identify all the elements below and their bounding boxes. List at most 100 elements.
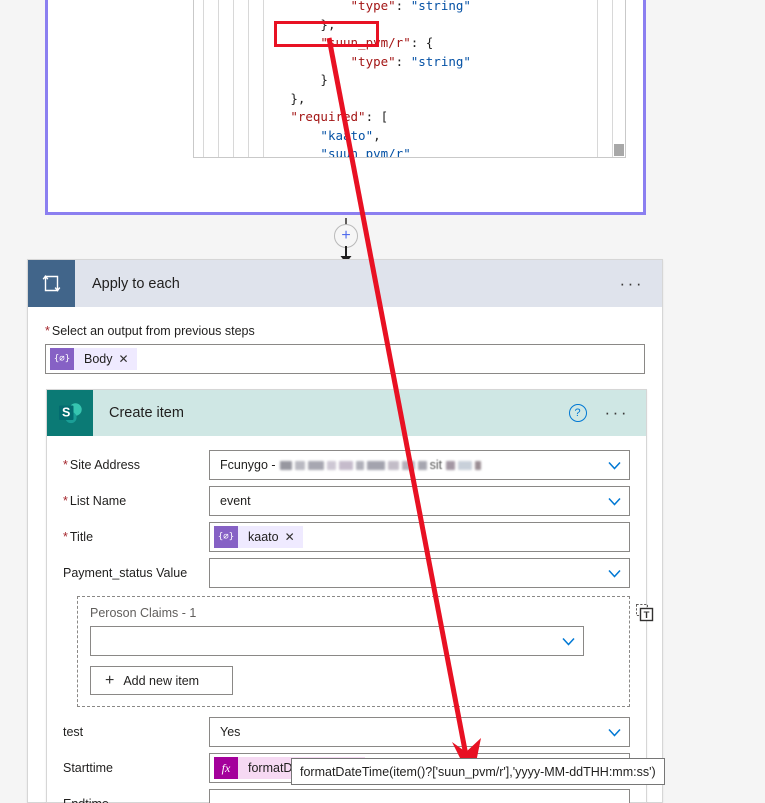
apply-to-each-more-button[interactable]: ··· [620, 274, 644, 294]
code-token-pun: : [395, 0, 411, 13]
expression-tooltip: formatDateTime(item()?['suun_pvm/r'],'yy… [291, 758, 665, 785]
code-token-pun: : [ [365, 109, 389, 124]
code-token-pun: } [320, 72, 328, 87]
starttime-label: Starttime [63, 761, 114, 775]
code-token-pun [200, 35, 320, 50]
payment-status-label: Payment_status Value [63, 566, 188, 580]
redacted-site-url: sit [279, 458, 485, 472]
code-token-pun [200, 109, 290, 124]
field-payment-status-value: Payment_status Value [63, 558, 630, 588]
code-line: "type": "string" [200, 0, 625, 16]
output-field-input[interactable]: {∅} Body ✕ [45, 344, 645, 374]
svg-text:T: T [644, 610, 650, 621]
kaato-token-label: kaato [248, 530, 279, 544]
list-name-input[interactable]: event [209, 486, 630, 516]
peroson-claims-input[interactable] [90, 626, 584, 656]
site-address-label: Site Address [69, 458, 141, 472]
code-line: "required": [ [200, 108, 625, 127]
expression-tooltip-text: formatDateTime(item()?['suun_pvm/r'],'yy… [300, 764, 656, 779]
test-value: Yes [220, 725, 241, 739]
title-input[interactable]: {∅} kaato ✕ [209, 522, 630, 552]
power-automate-designer: "type": "string" }, "suun_pvm/r": { "typ… [0, 0, 765, 803]
field-test: test Yes [63, 717, 630, 747]
code-line: }, [200, 90, 625, 109]
code-token-str: "suun_pvm/r" [320, 146, 411, 158]
code-scrollbar-thumb[interactable] [614, 144, 624, 156]
peroson-claims-section: Peroson Claims - 1 + Add new item T [77, 596, 654, 707]
apply-to-each-title: Apply to each [92, 275, 180, 292]
step-connector: + [331, 218, 361, 264]
payment-status-input[interactable] [209, 558, 630, 588]
code-token-pun: : { [410, 35, 434, 50]
code-token-pun [200, 72, 320, 87]
add-new-item-label: Add new item [123, 673, 200, 688]
code-token-pun: : [395, 53, 411, 69]
required-asterisk: * [63, 458, 68, 472]
test-label-wrap: test [63, 717, 209, 739]
add-new-item-button[interactable]: + Add new item [90, 666, 233, 695]
code-token-key: "suun_pvm/r" [320, 35, 411, 50]
code-token-pun [200, 146, 320, 157]
code-token-pun [200, 0, 351, 13]
code-line: "suun_pvm/r": { [200, 34, 625, 53]
output-field-label-row: * Select an output from previous steps [45, 324, 645, 338]
code-token-pun [200, 54, 351, 69]
code-token-str: "string" [410, 53, 471, 69]
create-item-header[interactable]: S Create item ? ··· [47, 390, 646, 436]
json-code-lines: "type": "string" }, "suun_pvm/r": { "typ… [194, 0, 625, 158]
close-icon[interactable]: ✕ [119, 352, 137, 366]
plus-glyph: + [341, 227, 351, 244]
peroson-claims-label: Peroson Claims - 1 [90, 606, 197, 620]
code-token-pun: }, [290, 90, 306, 106]
expression-badge-icon: {∅} [50, 348, 74, 370]
code-token-pun [200, 128, 320, 143]
test-input[interactable]: Yes [209, 717, 630, 747]
code-token-key: "type" [350, 0, 396, 13]
endtime-label-wrap: Endtime [63, 789, 209, 803]
json-schema-code-pane[interactable]: "type": "string" }, "suun_pvm/r": { "typ… [193, 0, 626, 158]
text-mode-icon[interactable]: T [635, 603, 655, 623]
create-item-card: S Create item ? ··· * Site Address Fcunyg… [46, 389, 654, 803]
code-token-pun: , [373, 127, 381, 143]
field-list-name: * List Name event [63, 486, 630, 516]
title-label-wrap: * Title [63, 522, 209, 544]
starttime-label-wrap: Starttime [63, 753, 209, 775]
expression-badge-icon: {∅} [214, 526, 238, 548]
code-token-str: "kaato" [320, 127, 374, 143]
field-site-address: * Site Address Fcunygo - sit [63, 450, 630, 480]
help-icon[interactable]: ? [568, 404, 587, 422]
field-title: * Title {∅} kaato ✕ [63, 522, 630, 552]
payment-status-label-wrap: Payment_status Value [63, 558, 209, 580]
code-token-pun: }, [320, 16, 336, 32]
endtime-input[interactable] [209, 789, 630, 803]
site-address-input[interactable]: Fcunygo - sit [209, 450, 630, 480]
redacted-tail-text: sit [429, 458, 443, 472]
list-name-value: event [220, 494, 251, 508]
list-name-label-wrap: * List Name [63, 486, 209, 508]
loop-icon [28, 260, 75, 307]
apply-to-each-header[interactable]: Apply to each ··· [28, 260, 662, 307]
create-item-more-button[interactable]: ··· [605, 403, 629, 423]
code-line: }, [200, 16, 625, 35]
body-token[interactable]: {∅} Body ✕ [50, 348, 137, 370]
field-endtime: Endtime [63, 789, 630, 803]
close-icon[interactable]: ✕ [285, 530, 303, 544]
sharepoint-icon: S [47, 390, 93, 436]
code-line: "kaato", [200, 127, 625, 146]
plus-icon: + [105, 671, 115, 689]
kaato-token[interactable]: {∅} kaato ✕ [214, 526, 303, 548]
output-field-label: Select an output from previous steps [51, 324, 255, 338]
code-line: } [200, 71, 625, 90]
create-item-body: * Site Address Fcunygo - sit * List Name… [47, 436, 654, 803]
add-step-icon[interactable]: + [334, 224, 358, 248]
title-label: Title [69, 530, 94, 544]
create-item-title: Create item [109, 405, 184, 421]
required-asterisk: * [63, 494, 68, 508]
code-line: "suun_pvm/r" [200, 145, 625, 158]
code-token-key: "type" [350, 53, 396, 69]
site-address-value: Fcunygo - [220, 458, 276, 472]
schema-editor-card: "type": "string" }, "suun_pvm/r": { "typ… [45, 0, 646, 215]
body-token-label: Body [84, 352, 113, 366]
endtime-label: Endtime [63, 797, 109, 803]
site-address-label-wrap: * Site Address [63, 450, 209, 472]
